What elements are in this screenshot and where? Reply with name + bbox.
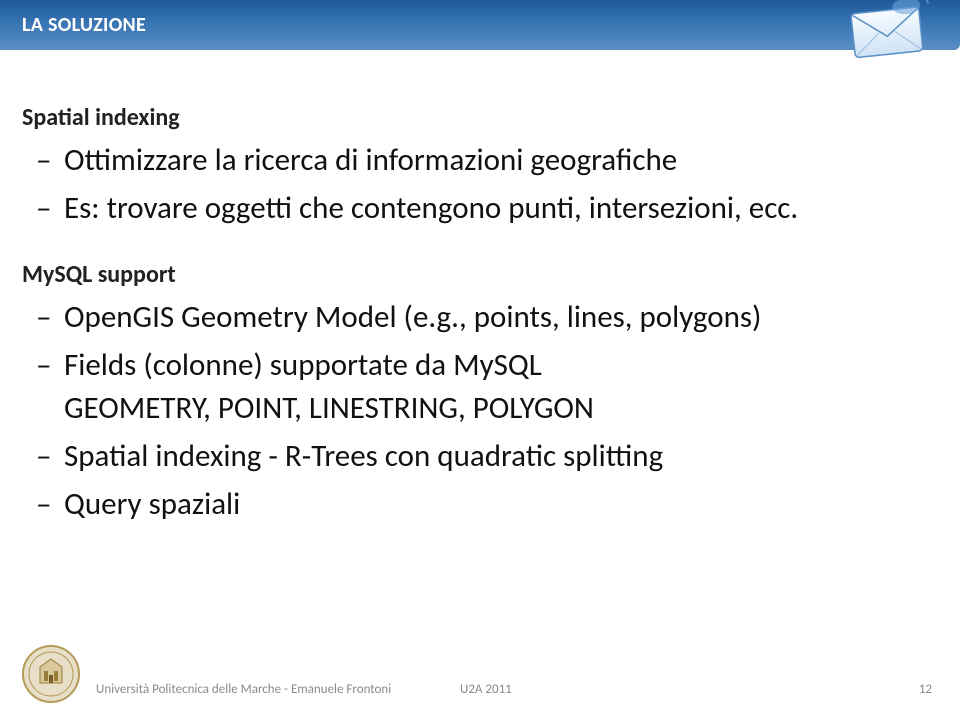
footer-left-text: Università Politecnica delle Marche - Em… — [96, 682, 391, 697]
bullet-text: Query spaziali — [64, 485, 240, 523]
footer-center-text: U2A 2011 — [460, 682, 512, 697]
slide: LA SOLUZIONE Spati — [0, 0, 960, 711]
section-title-mysql: MySQL support — [22, 260, 938, 289]
university-crest-icon — [20, 643, 82, 705]
bullet-text: Spatial indexing - R-Trees con quadratic… — [64, 437, 663, 475]
bullet-item: Query spaziali — [22, 484, 938, 526]
bullet-subline: GEOMETRY, POINT, LINESTRING, POLYGON — [22, 388, 938, 430]
bullet-list-2b: Spatial indexing - R-Trees con quadratic… — [22, 436, 938, 526]
bullet-item: Es: trovare oggetti che contengono punti… — [22, 188, 938, 230]
slide-section-title: LA SOLUZIONE — [22, 13, 146, 37]
bullet-list-2: OpenGIS Geometry Model (e.g., points, li… — [22, 297, 938, 387]
bullet-text: Ottimizzare la ricerca di informazioni g… — [64, 141, 677, 179]
footer: Università Politecnica delle Marche - Em… — [0, 669, 960, 711]
bullet-item: OpenGIS Geometry Model (e.g., points, li… — [22, 297, 938, 339]
content-area: Spatial indexing Ottimizzare la ricerca … — [22, 103, 938, 532]
bullet-text: Es: trovare oggetti che contengono punti… — [64, 189, 798, 227]
section-mysql-support: MySQL support OpenGIS Geometry Model (e.… — [22, 260, 938, 526]
bullet-item: Ottimizzare la ricerca di informazioni g… — [22, 140, 938, 182]
bullet-text: OpenGIS Geometry Model (e.g., points, li… — [64, 298, 761, 336]
bullet-item: Spatial indexing - R-Trees con quadratic… — [22, 436, 938, 478]
title-bar: LA SOLUZIONE — [0, 0, 960, 50]
page-number: 12 — [919, 682, 932, 697]
section-spatial-indexing: Spatial indexing Ottimizzare la ricerca … — [22, 103, 938, 230]
bullet-text: Fields (colonne) supportate da MySQL — [64, 346, 542, 384]
envelope-icon — [844, 0, 930, 66]
bullet-list-1: Ottimizzare la ricerca di informazioni g… — [22, 140, 938, 230]
bullet-item: Fields (colonne) supportate da MySQL — [22, 345, 938, 387]
section-title-spatial: Spatial indexing — [22, 103, 938, 132]
